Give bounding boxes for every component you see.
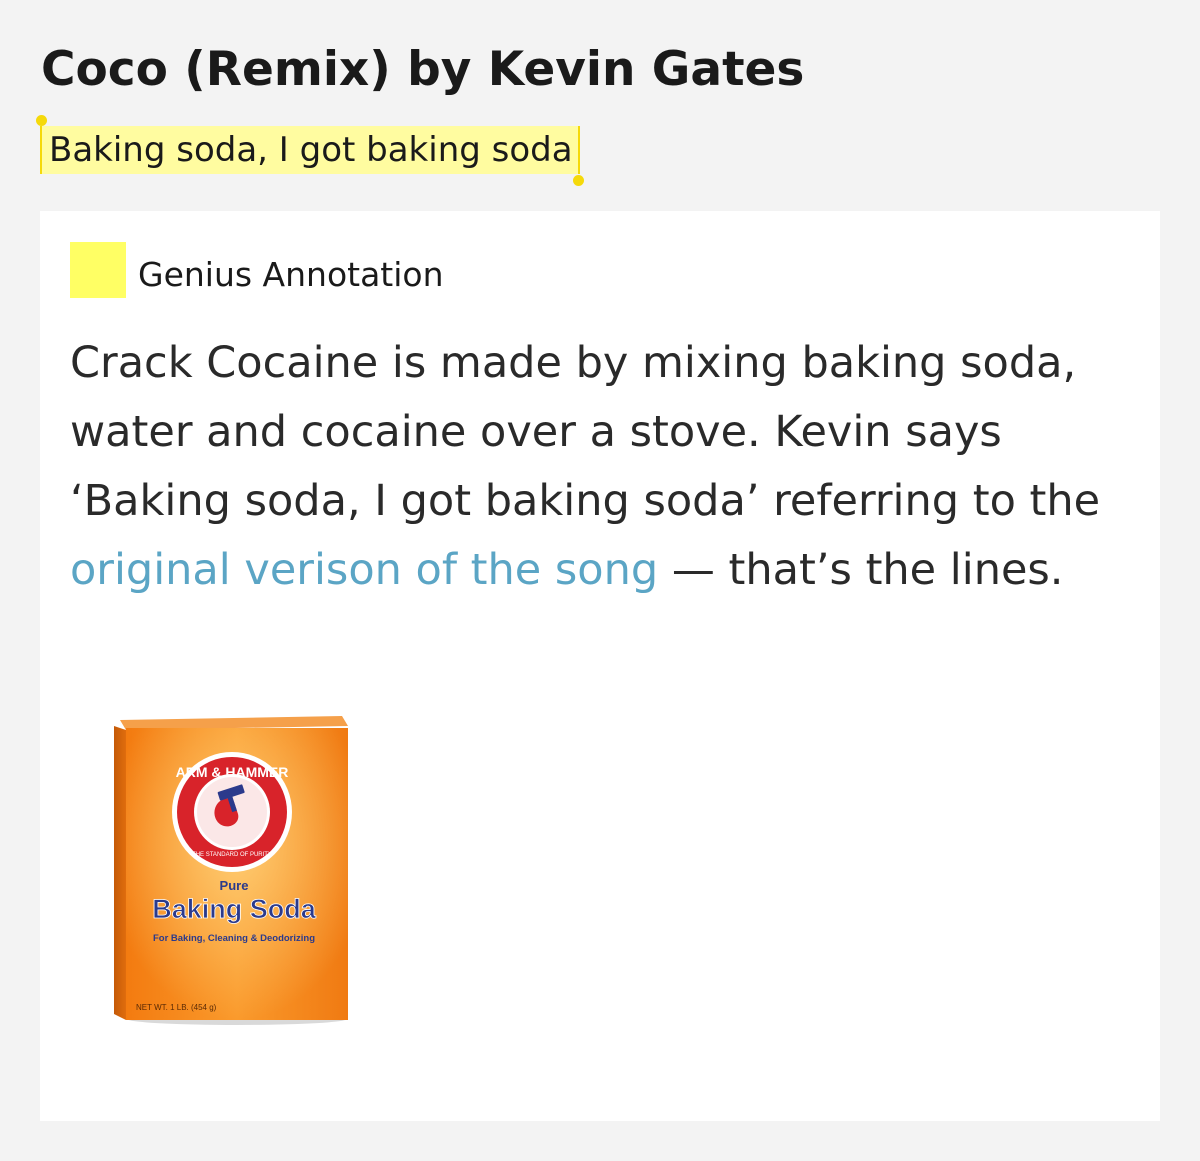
selection-end-handle[interactable] [572,175,584,186]
selection-start-handle[interactable] [36,115,47,126]
annotation-card: Genius Annotation Crack Cocaine is made … [40,211,1160,1121]
tagline-text: THE STANDARD OF PURITY [192,852,272,858]
annotation-text-before-link: Crack Cocaine is made by mixing baking s… [70,338,1101,526]
lyric-text[interactable]: Baking soda, I got baking soda [40,126,580,174]
annotation-text-after-link: — that’s the lines. [658,545,1064,595]
uses-text: For Baking, Cleaning & Deodorizing [153,933,315,944]
pure-label: Pure [220,878,249,893]
highlighted-lyric[interactable]: Baking soda, I got baking soda [36,115,584,186]
annotation-body: Crack Cocaine is made by mixing baking s… [70,329,1135,605]
annotation-color-swatch [70,242,126,298]
baking-soda-box-image: ARM & HAMMER THE STANDARD OF PURITY Pure… [112,714,352,1026]
arm-hammer-logo: ARM & HAMMER THE STANDARD OF PURITY [172,752,292,872]
baking-soda-box-illustration: ARM & HAMMER THE STANDARD OF PURITY Pure… [114,716,348,1025]
product-name: Baking Soda [152,894,317,924]
box-side-face [114,726,126,1020]
net-weight: NET WT. 1 LB. (454 g) [136,1003,217,1012]
box-top-face [120,716,348,730]
brand-text: ARM & HAMMER [176,764,289,780]
song-title: Coco (Remix) by Kevin Gates [41,42,805,97]
original-song-link[interactable]: original verison of the song [70,545,658,595]
annotation-label: Genius Annotation [138,255,444,294]
